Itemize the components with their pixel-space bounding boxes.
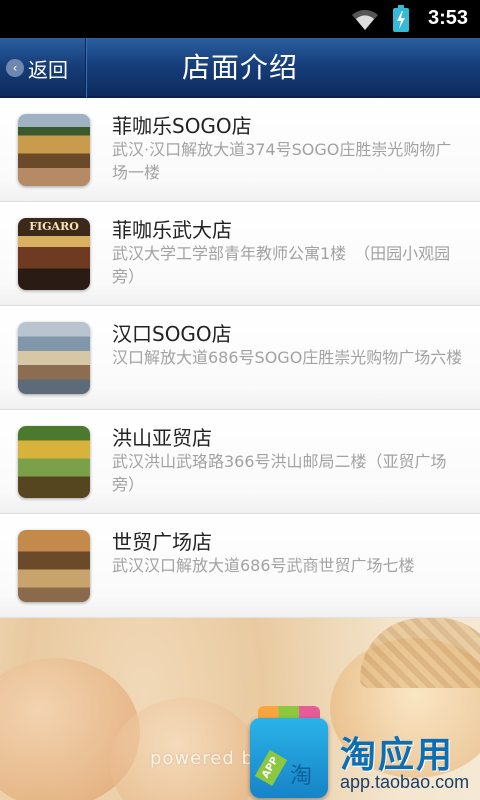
app-glyph: 淘 <box>290 764 313 789</box>
taobao-app-badge[interactable]: APP 淘 <box>244 700 334 800</box>
battery-charging-icon <box>393 5 409 32</box>
brand-name[interactable]: 淘应用 <box>340 726 454 778</box>
store-address: 武汉大学工学部青年教师公寓1楼 （田园小观园旁） <box>112 244 451 286</box>
background-basket <box>360 618 480 688</box>
store-list-item[interactable]: 菲咖乐SOGO店 武汉·汉口解放大道374号SOGO庄胜崇光购物广场一楼 <box>0 98 480 202</box>
status-time: 3:53 <box>428 7 469 29</box>
store-list-item[interactable]: FIGARO 菲咖乐武大店 武汉大学工学部青年教师公寓1楼 （田园小观园旁） <box>0 202 480 306</box>
page-title: 店面介绍 <box>181 51 298 84</box>
store-thumbnail <box>18 114 90 186</box>
store-name: 菲咖乐武大店 <box>112 218 232 242</box>
store-thumbnail <box>18 530 90 602</box>
store-list-item[interactable]: 汉口SOGO店 汉口解放大道686号SOGO庄胜崇光购物广场六楼 <box>0 306 480 410</box>
store-address: 武汉汉口解放大道686号武商世贸广场七楼 <box>112 556 415 575</box>
store-address: 汉口解放大道686号SOGO庄胜崇光购物广场六楼 <box>112 348 463 367</box>
store-list-item[interactable]: 洪山亚贸店 武汉洪山武珞路366号洪山邮局二楼（亚贸广场旁） <box>0 410 480 514</box>
thumbnail-sign-text: FIGARO <box>29 220 79 233</box>
content-area: powered b 菲咖乐SOGO店 武汉·汉口解放大道374号SOGO庄胜崇光… <box>0 98 480 800</box>
status-bar: 3:53 <box>0 0 480 38</box>
title-bar: ‹ 返回 店面介绍 <box>0 38 480 98</box>
store-address: 武汉·汉口解放大道374号SOGO庄胜崇光购物广场一楼 <box>112 140 452 182</box>
store-thumbnail: FIGARO <box>18 218 90 290</box>
shopping-bag-body <box>250 718 328 798</box>
store-name: 洪山亚贸店 <box>112 426 212 450</box>
store-name: 世贸广场店 <box>112 530 212 554</box>
powered-by-text: powered b <box>150 748 254 769</box>
store-list-item[interactable]: 世贸广场店 武汉汉口解放大道686号武商世贸广场七楼 <box>0 514 480 618</box>
store-name: 汉口SOGO店 <box>112 322 232 346</box>
wifi-icon <box>352 9 378 30</box>
brand-url[interactable]: app.taobao.com <box>340 772 469 793</box>
store-name: 菲咖乐SOGO店 <box>112 114 252 138</box>
store-thumbnail <box>18 322 90 394</box>
store-list: 菲咖乐SOGO店 武汉·汉口解放大道374号SOGO庄胜崇光购物广场一楼 FIG… <box>0 98 480 618</box>
store-thumbnail <box>18 426 90 498</box>
store-address: 武汉洪山武珞路366号洪山邮局二楼（亚贸广场旁） <box>112 452 447 494</box>
